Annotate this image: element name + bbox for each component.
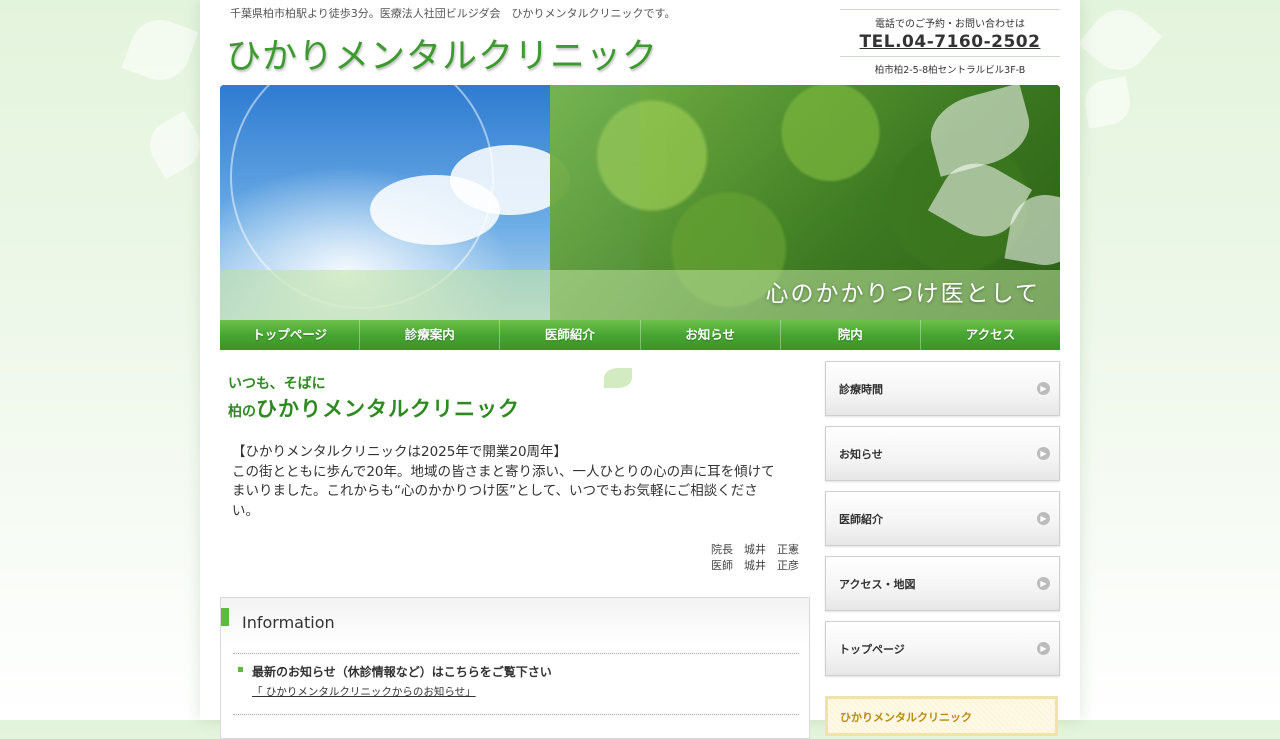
news-title: 最新のお知らせ（休診情報など）はこちらをご覧下さい <box>252 665 552 679</box>
nav-item-top[interactable]: トップページ <box>220 320 361 350</box>
nav-item-doctors[interactable]: 医師紹介 <box>500 320 641 350</box>
background-leaf-decoration <box>121 11 199 89</box>
signature-doctor: 医師 城井 正彦 <box>711 559 799 572</box>
page-container: 千葉県柏市柏駅より徒歩3分。医療法人社団ビルジダ会 ひかりメンタルクリニックです… <box>200 0 1080 739</box>
signature-director: 院長 城井 正憲 <box>711 543 799 556</box>
global-nav: トップページ 診療案内 医師紹介 お知らせ 院内 アクセス <box>220 320 1060 350</box>
phone-number[interactable]: TEL.04-7160-2502 <box>840 32 1060 52</box>
nav-item-news[interactable]: お知らせ <box>641 320 781 350</box>
side-button-doctors[interactable]: 医師紹介 ▶ <box>825 491 1060 546</box>
side-button-label: アクセス・地図 <box>839 578 916 591</box>
intro-title-prefix: 柏の <box>228 404 256 420</box>
side-button-label: 医師紹介 <box>839 513 883 526</box>
information-heading: Information <box>242 613 335 632</box>
arrow-right-circle-icon: ▶ <box>1037 577 1050 590</box>
dotted-divider <box>233 714 799 715</box>
arrow-right-circle-icon: ▶ <box>1037 642 1050 655</box>
site-tagline: 千葉県柏市柏駅より徒歩3分。医療法人社団ビルジダ会 ひかりメンタルクリニックです… <box>230 7 676 20</box>
leaf-icon <box>604 368 632 388</box>
dotted-divider <box>233 653 799 654</box>
intro-line: い。 <box>232 502 259 519</box>
clinic-address: 柏市柏2-5-8柏セントラルビル3F-B <box>874 65 1026 76</box>
information-panel: Information 最新のお知らせ（休診情報など）はこちらをご覧下さい 「 … <box>220 597 810 739</box>
hero-slogan: 心のかかりつけ医として <box>765 281 1040 307</box>
intro-title-main: ひかりメンタルクリニック <box>256 397 520 421</box>
intro-line: まいりました。これからも“心のかかりつけ医”として、いつでもお気軽にご相談くださ <box>232 483 758 499</box>
intro-subtitle: いつも、そばに <box>228 376 326 392</box>
side-button-label: トップページ <box>839 643 905 656</box>
news-link[interactable]: 「 ひかりメンタルクリニックからのお知らせ」 <box>252 684 476 699</box>
clinic-logo[interactable]: ひかりメンタルクリニック <box>226 28 658 79</box>
side-button-news[interactable]: お知らせ ▶ <box>825 426 1060 481</box>
nav-item-services[interactable]: 診療案内 <box>360 320 501 350</box>
background-leaf-decoration <box>1077 0 1163 83</box>
nav-item-access[interactable]: アクセス <box>921 320 1060 350</box>
hero-banner: 心のかかりつけ医として <box>220 85 1060 320</box>
background-leaf-decoration <box>1081 76 1134 129</box>
intro-title: 柏のひかりメンタルクリニック <box>228 393 520 423</box>
side-button-access[interactable]: アクセス・地図 ▶ <box>825 556 1060 611</box>
side-button-hours[interactable]: 診療時間 ▶ <box>825 361 1060 416</box>
intro-line: 【ひかりメンタルクリニックは2025年で開業20周年】 <box>232 444 568 460</box>
signature: 院長 城井 正憲 医師 城井 正彦 <box>709 542 799 574</box>
intro-line: この街とともに歩んで20年。地域の皆さまと寄り添い、一人ひとりの心の声に耳を傾け… <box>232 463 775 480</box>
side-button-label: 診療時間 <box>839 383 883 396</box>
clinic-info-box: ひかりメンタルクリニック <box>825 696 1058 736</box>
green-square-bullet-icon <box>238 667 243 672</box>
clinic-info-box-title: ひかりメンタルクリニック <box>840 711 972 724</box>
background-leaf-decoration <box>140 110 210 180</box>
nav-item-interior[interactable]: 院内 <box>781 320 921 350</box>
heading-accent-bar <box>221 608 229 626</box>
arrow-right-circle-icon: ▶ <box>1037 512 1050 525</box>
divider <box>840 56 1060 57</box>
tel-label: 電話でのご予約・お問い合わせは <box>875 19 1025 30</box>
arrow-right-circle-icon: ▶ <box>1037 382 1050 395</box>
side-button-top[interactable]: トップページ ▶ <box>825 621 1060 676</box>
intro-message: 【ひかりメンタルクリニックは2025年で開業20周年】 この街とともに歩んで20… <box>232 443 802 521</box>
arrow-right-circle-icon: ▶ <box>1037 447 1050 460</box>
divider <box>840 9 1060 10</box>
contact-block: 電話でのご予約・お問い合わせは TEL.04-7160-2502 柏市柏2-5-… <box>840 9 1060 76</box>
side-button-label: お知らせ <box>839 448 883 461</box>
